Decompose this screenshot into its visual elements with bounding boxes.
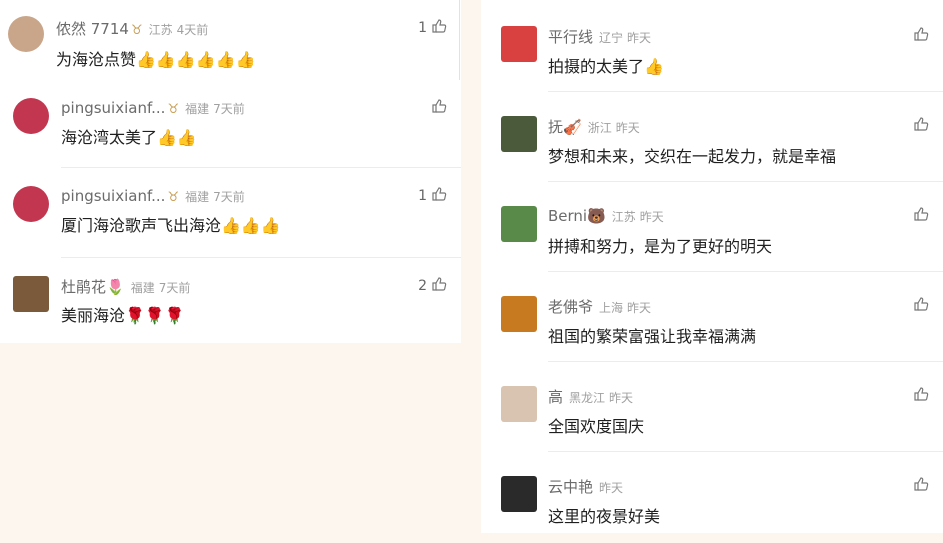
comment-meta: 高黑龙江 昨天	[548, 386, 633, 407]
thumbs-up-icon	[431, 186, 447, 206]
comment-time: 7天前	[213, 102, 245, 116]
comment-item[interactable]: Berni🐻 江苏 昨天拼搏和努力，是为了更好的明天	[481, 182, 943, 272]
comment-time: 昨天	[599, 481, 624, 495]
like-button[interactable]: 2	[418, 276, 447, 296]
comment-time: 7天前	[158, 281, 191, 295]
comment-text: 拼搏和努力，是为了更好的明天	[548, 237, 773, 256]
comment-text: 祖国的繁荣富强让我幸福满满	[548, 327, 757, 346]
comment-time: 4天前	[176, 23, 209, 37]
like-button[interactable]	[909, 386, 929, 406]
user-name[interactable]: 平行线	[548, 28, 593, 46]
comment-meta: pingsuixianf... ♉ 福建 7天前	[61, 98, 245, 117]
user-location: 福建	[185, 190, 210, 204]
user-name[interactable]: 老佛爷	[548, 298, 593, 316]
like-button[interactable]	[909, 476, 929, 496]
thumbs-up-icon	[431, 276, 447, 296]
thumbs-up-icon	[431, 18, 447, 38]
user-name[interactable]: 杜鹃花🌷	[61, 278, 125, 296]
right-comment-panel: 平行线 辽宁 昨天 拍摄的太美了👍 抚🎻 浙江 昨天 梦想和未来，交织在一起发力，就是幸福 Be…	[481, 0, 943, 533]
scroll-divider	[459, 0, 460, 80]
comment-text: 美丽海沧🌹🌹🌹	[61, 306, 185, 325]
comment-meta: 平行线 辽宁 昨天	[548, 26, 651, 47]
like-count: 2	[418, 278, 427, 294]
user-location: 上海	[599, 301, 624, 315]
comment-item[interactable]: 平行线 辽宁 昨天 拍摄的太美了👍	[481, 2, 943, 92]
like-button[interactable]	[909, 296, 929, 316]
comment-meta: pingsuixianf... ♉ 福建 7天前	[61, 186, 245, 205]
comment-text: 这里的夜景好美	[548, 507, 661, 526]
fan-badge-icon: ♉	[167, 190, 180, 205]
avatar[interactable]	[501, 296, 537, 332]
thumbs-up-icon	[913, 476, 929, 496]
user-name[interactable]: pingsuixianf...	[61, 187, 165, 205]
like-button[interactable]	[909, 26, 929, 46]
comment-item[interactable]: 侬然 7714 ♉ 江苏 4天前为海沧点赞👍👍👍👍👍👍 1	[0, 0, 461, 80]
user-location: 辽宁	[599, 31, 624, 45]
comment-item[interactable]: 云中艳 昨天这里的夜景好美	[481, 452, 943, 542]
user-name[interactable]: 高	[548, 388, 563, 406]
comment-text: 梦想和未来，交织在一起发力，就是幸福	[548, 147, 837, 166]
comment-item[interactable]: 杜鹃花🌷 福建 7天前美丽海沧🌹🌹🌹 2	[0, 258, 461, 343]
fan-badge-icon: ♉	[130, 23, 143, 38]
user-name[interactable]: Berni🐻	[548, 207, 606, 225]
comment-meta: Berni🐻 江苏 昨天	[548, 206, 664, 225]
comment-time: 7天前	[213, 190, 245, 204]
comment-meta: 云中艳 昨天	[548, 476, 623, 497]
comment-text: 厦门海沧歌声飞出海沧👍👍👍	[61, 216, 281, 235]
like-button[interactable]: 1	[418, 18, 447, 38]
user-location: 江苏	[148, 23, 173, 37]
comment-item[interactable]: pingsuixianf... ♉ 福建 7天前厦门海沧歌声飞出海沧👍👍👍 1	[0, 168, 461, 258]
user-name[interactable]: pingsuixianf...	[61, 99, 165, 117]
like-button[interactable]	[427, 98, 447, 118]
thumbs-up-icon	[913, 386, 929, 406]
comment-meta: 抚🎻 浙江 昨天	[548, 116, 640, 137]
comment-text: 拍摄的太美了👍	[548, 57, 664, 76]
comment-time: 昨天	[639, 210, 664, 224]
avatar[interactable]	[501, 116, 537, 152]
comment-time: 昨天	[627, 31, 652, 45]
like-button[interactable]: 1	[418, 186, 447, 206]
user-name[interactable]: 侬然 7714	[56, 20, 129, 38]
comment-text: 海沧湾太美了👍👍	[61, 128, 197, 147]
comment-meta: 老佛爷 上海 昨天	[548, 296, 651, 317]
comment-meta: 杜鹃花🌷 福建 7天前	[61, 276, 190, 297]
avatar[interactable]	[13, 98, 49, 134]
user-name[interactable]: 云中艳	[548, 478, 593, 496]
like-button[interactable]	[909, 116, 929, 136]
comment-text: 全国欢度国庆	[548, 417, 645, 436]
thumbs-up-icon	[913, 296, 929, 316]
thumbs-up-icon	[913, 116, 929, 136]
comment-item[interactable]: 老佛爷 上海 昨天祖国的繁荣富强让我幸福满满	[481, 272, 943, 362]
left-comment-panel: 侬然 7714 ♉ 江苏 4天前 为海沧点赞👍👍👍👍👍👍 1 pingsuixianf...…	[0, 0, 461, 343]
avatar[interactable]	[501, 206, 537, 242]
thumbs-up-icon	[913, 26, 929, 46]
comment-time: 昨天	[609, 391, 634, 405]
user-name[interactable]: 抚🎻	[548, 118, 582, 136]
like-count: 1	[418, 20, 427, 36]
comment-item[interactable]: 高黑龙江 昨天 全国欢度国庆	[481, 362, 943, 452]
user-location: 福建	[130, 281, 155, 295]
comment-time: 昨天	[615, 121, 640, 135]
thumbs-up-icon	[913, 206, 929, 226]
avatar[interactable]	[8, 16, 44, 52]
user-location: 福建	[185, 102, 210, 116]
avatar[interactable]	[501, 476, 537, 512]
thumbs-up-icon	[431, 98, 447, 118]
avatar[interactable]	[501, 26, 537, 62]
like-count: 1	[418, 188, 427, 204]
comment-meta: 侬然 7714 ♉ 江苏 4天前	[56, 18, 208, 39]
comment-item[interactable]: 抚🎻 浙江 昨天梦想和未来，交织在一起发力，就是幸福	[481, 92, 943, 182]
like-button[interactable]	[909, 206, 929, 226]
user-location: 黑龙江	[569, 391, 606, 405]
comment-text: 为海沧点赞👍👍👍👍👍👍	[56, 50, 256, 69]
fan-badge-icon: ♉	[167, 102, 180, 117]
avatar[interactable]	[13, 186, 49, 222]
comment-item[interactable]: pingsuixianf... ♉ 福建 7天前海沧湾太美了👍👍	[0, 80, 461, 168]
avatar[interactable]	[13, 276, 49, 312]
user-location: 江苏	[611, 210, 636, 224]
avatar[interactable]	[501, 386, 537, 422]
user-location: 浙江	[587, 121, 612, 135]
comment-time: 昨天	[627, 301, 652, 315]
